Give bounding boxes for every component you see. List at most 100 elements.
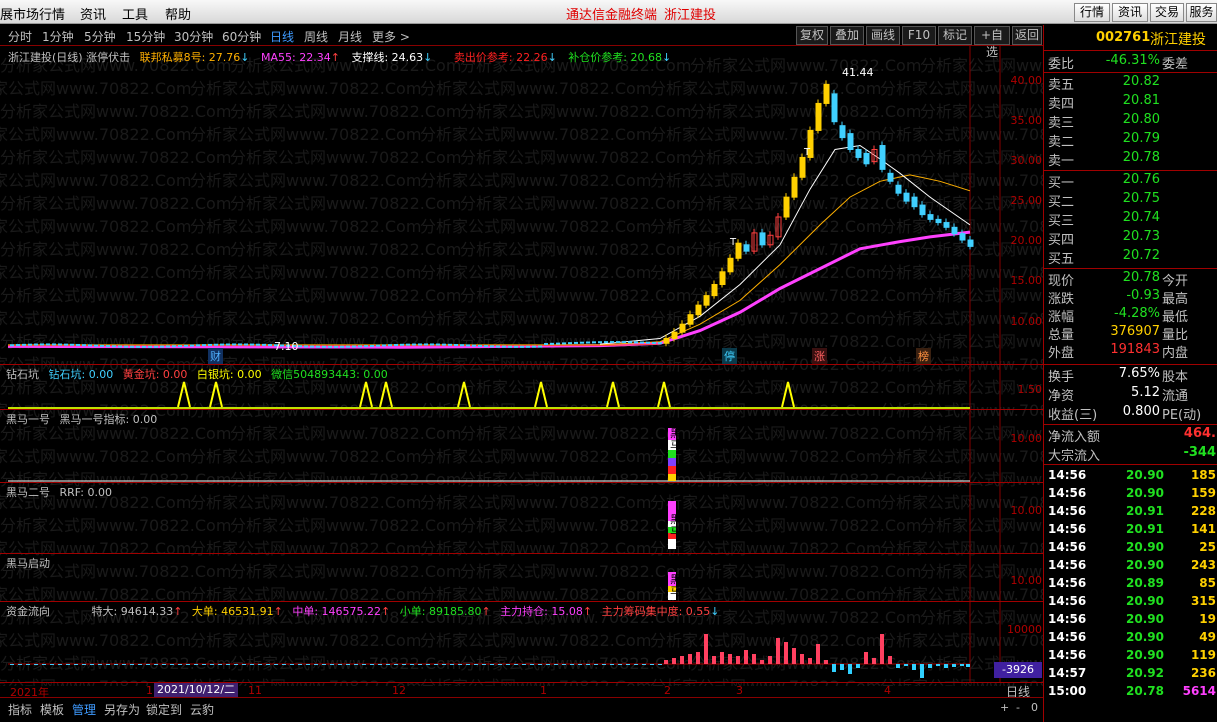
heima1-chart[interactable]	[0, 410, 1043, 482]
tick-list[interactable]: 14:56 20.90 185 14:56 20.90 159 14:56 20.91 228 1…	[1044, 466, 1217, 706]
candle	[927, 214, 934, 220]
app-title: 通达信金融终端	[566, 8, 658, 23]
ask-level: 卖五 20.82	[1048, 74, 1160, 93]
back-button[interactable]: 返回	[1012, 26, 1042, 45]
period-daily[interactable]: 日线	[270, 28, 294, 45]
menu-tools[interactable]: 工具	[122, 4, 148, 23]
flow-bar	[744, 650, 748, 664]
menu-news[interactable]: 资讯	[80, 4, 106, 23]
period-more[interactable]: 更多 >	[372, 28, 410, 45]
fund-flow-chart[interactable]	[0, 602, 1043, 682]
candle	[262, 343, 266, 346]
period-monthly[interactable]: 月线	[338, 28, 362, 45]
menu-help[interactable]: 帮助	[165, 4, 191, 23]
lianbang-line	[8, 174, 971, 346]
zoom-in-button[interactable]: +	[1000, 701, 1009, 714]
heima2-chart[interactable]	[0, 483, 1043, 553]
marker-bang[interactable]: 榜	[916, 348, 931, 364]
quote-row: 现价 20.78 今开	[1048, 270, 1189, 289]
news-button[interactable]: 资讯	[1112, 3, 1148, 22]
candle	[370, 344, 374, 347]
flow-bar	[672, 658, 676, 664]
period-60min[interactable]: 60分钟	[222, 28, 261, 45]
f10-button[interactable]: F10	[902, 26, 936, 45]
cloud-tab[interactable]: 云豹	[190, 701, 214, 718]
overlay-button[interactable]: 叠加	[830, 26, 864, 45]
flow-bar	[234, 664, 238, 665]
trade-button[interactable]: 交易	[1150, 3, 1184, 22]
candle	[220, 343, 224, 346]
marker-ting[interactable]: 停	[722, 348, 737, 364]
candle	[484, 345, 488, 348]
candle	[855, 149, 862, 158]
mark-button[interactable]: 标记	[938, 26, 972, 45]
ask-level: 卖二 20.79	[1048, 131, 1160, 150]
pit-indicator-chart[interactable]	[0, 365, 1043, 410]
manage-tab[interactable]: 管理	[72, 701, 96, 718]
zoom-reset-button[interactable]: 0	[1031, 701, 1038, 714]
candle	[743, 244, 750, 252]
flow-bar	[370, 664, 374, 665]
candle	[202, 344, 206, 347]
flow-bar	[210, 664, 214, 665]
flow-bar	[114, 664, 118, 665]
flow-bar	[928, 664, 932, 668]
zoom-out-button[interactable]: -	[1016, 701, 1020, 714]
period-weekly[interactable]: 周线	[304, 28, 328, 45]
tick-row: 14:56 20.90 159	[1048, 486, 1216, 500]
flow-bar	[274, 664, 278, 665]
flow-bar	[506, 664, 510, 665]
marker-zhang[interactable]: 涨	[812, 348, 827, 364]
candle	[226, 343, 230, 346]
candle	[394, 344, 398, 347]
flow-bar	[658, 664, 662, 665]
candle	[208, 343, 212, 346]
candle	[478, 344, 482, 347]
ask-level: 卖四 20.81	[1048, 93, 1160, 112]
menu-market[interactable]: 展市场行情	[0, 4, 65, 23]
candle	[100, 344, 104, 347]
candle	[298, 345, 302, 348]
flow-bar	[840, 664, 844, 670]
template-tab[interactable]: 模板	[40, 701, 64, 718]
flow-bar	[538, 664, 542, 665]
candle	[94, 344, 98, 347]
bid-level: 买一 20.76	[1048, 172, 1160, 191]
candle	[791, 176, 798, 198]
service-button[interactable]: 服务	[1186, 3, 1217, 22]
indicator-tab[interactable]: 指标	[8, 701, 32, 718]
quote-row: 涨跌 -0.93 最高	[1048, 288, 1189, 307]
flow-bar	[864, 652, 868, 664]
flow-bar	[186, 664, 190, 665]
period-30min[interactable]: 30分钟	[174, 28, 213, 45]
time-label-11: 11	[248, 684, 262, 697]
period-5min[interactable]: 5分钟	[84, 28, 116, 45]
y-tick-35: 35.00	[1010, 114, 1043, 127]
candle	[358, 345, 362, 348]
flow-bar	[530, 664, 534, 665]
heima-start-chart[interactable]	[0, 554, 1043, 601]
save-as-tab[interactable]: 另存为	[104, 701, 140, 718]
candle	[310, 345, 314, 348]
draw-line-button[interactable]: 画线	[866, 26, 900, 45]
quote-button[interactable]: 行情	[1074, 3, 1110, 22]
candle	[652, 341, 656, 344]
y-tick-10: 10.00	[1010, 315, 1043, 328]
flow-bar	[570, 664, 574, 665]
marker-cai[interactable]: 财	[208, 348, 223, 364]
period-intraday[interactable]: 分时	[8, 28, 32, 45]
period-15min[interactable]: 15分钟	[126, 28, 165, 45]
y-tick-15: 15.00	[1010, 274, 1043, 287]
period-bar: 分时 1分钟 5分钟 15分钟 30分钟 60分钟 日线 周线 月线 更多 > …	[0, 25, 1043, 59]
lock-to-tab[interactable]: 锁定到	[146, 701, 182, 718]
flow-bar	[920, 664, 924, 678]
candle	[887, 172, 894, 182]
candle	[574, 341, 578, 344]
tick-row: 14:56 20.91 228	[1048, 504, 1216, 518]
candlestick-chart[interactable]	[0, 46, 1043, 364]
tick-row: 15:00 20.78 5614	[1048, 684, 1216, 698]
adjust-button[interactable]: 复权	[796, 26, 828, 45]
window-stock-name: 浙江建投	[664, 8, 717, 23]
add-watchlist-button[interactable]: +自选	[974, 26, 1010, 59]
period-1min[interactable]: 1分钟	[42, 28, 74, 45]
